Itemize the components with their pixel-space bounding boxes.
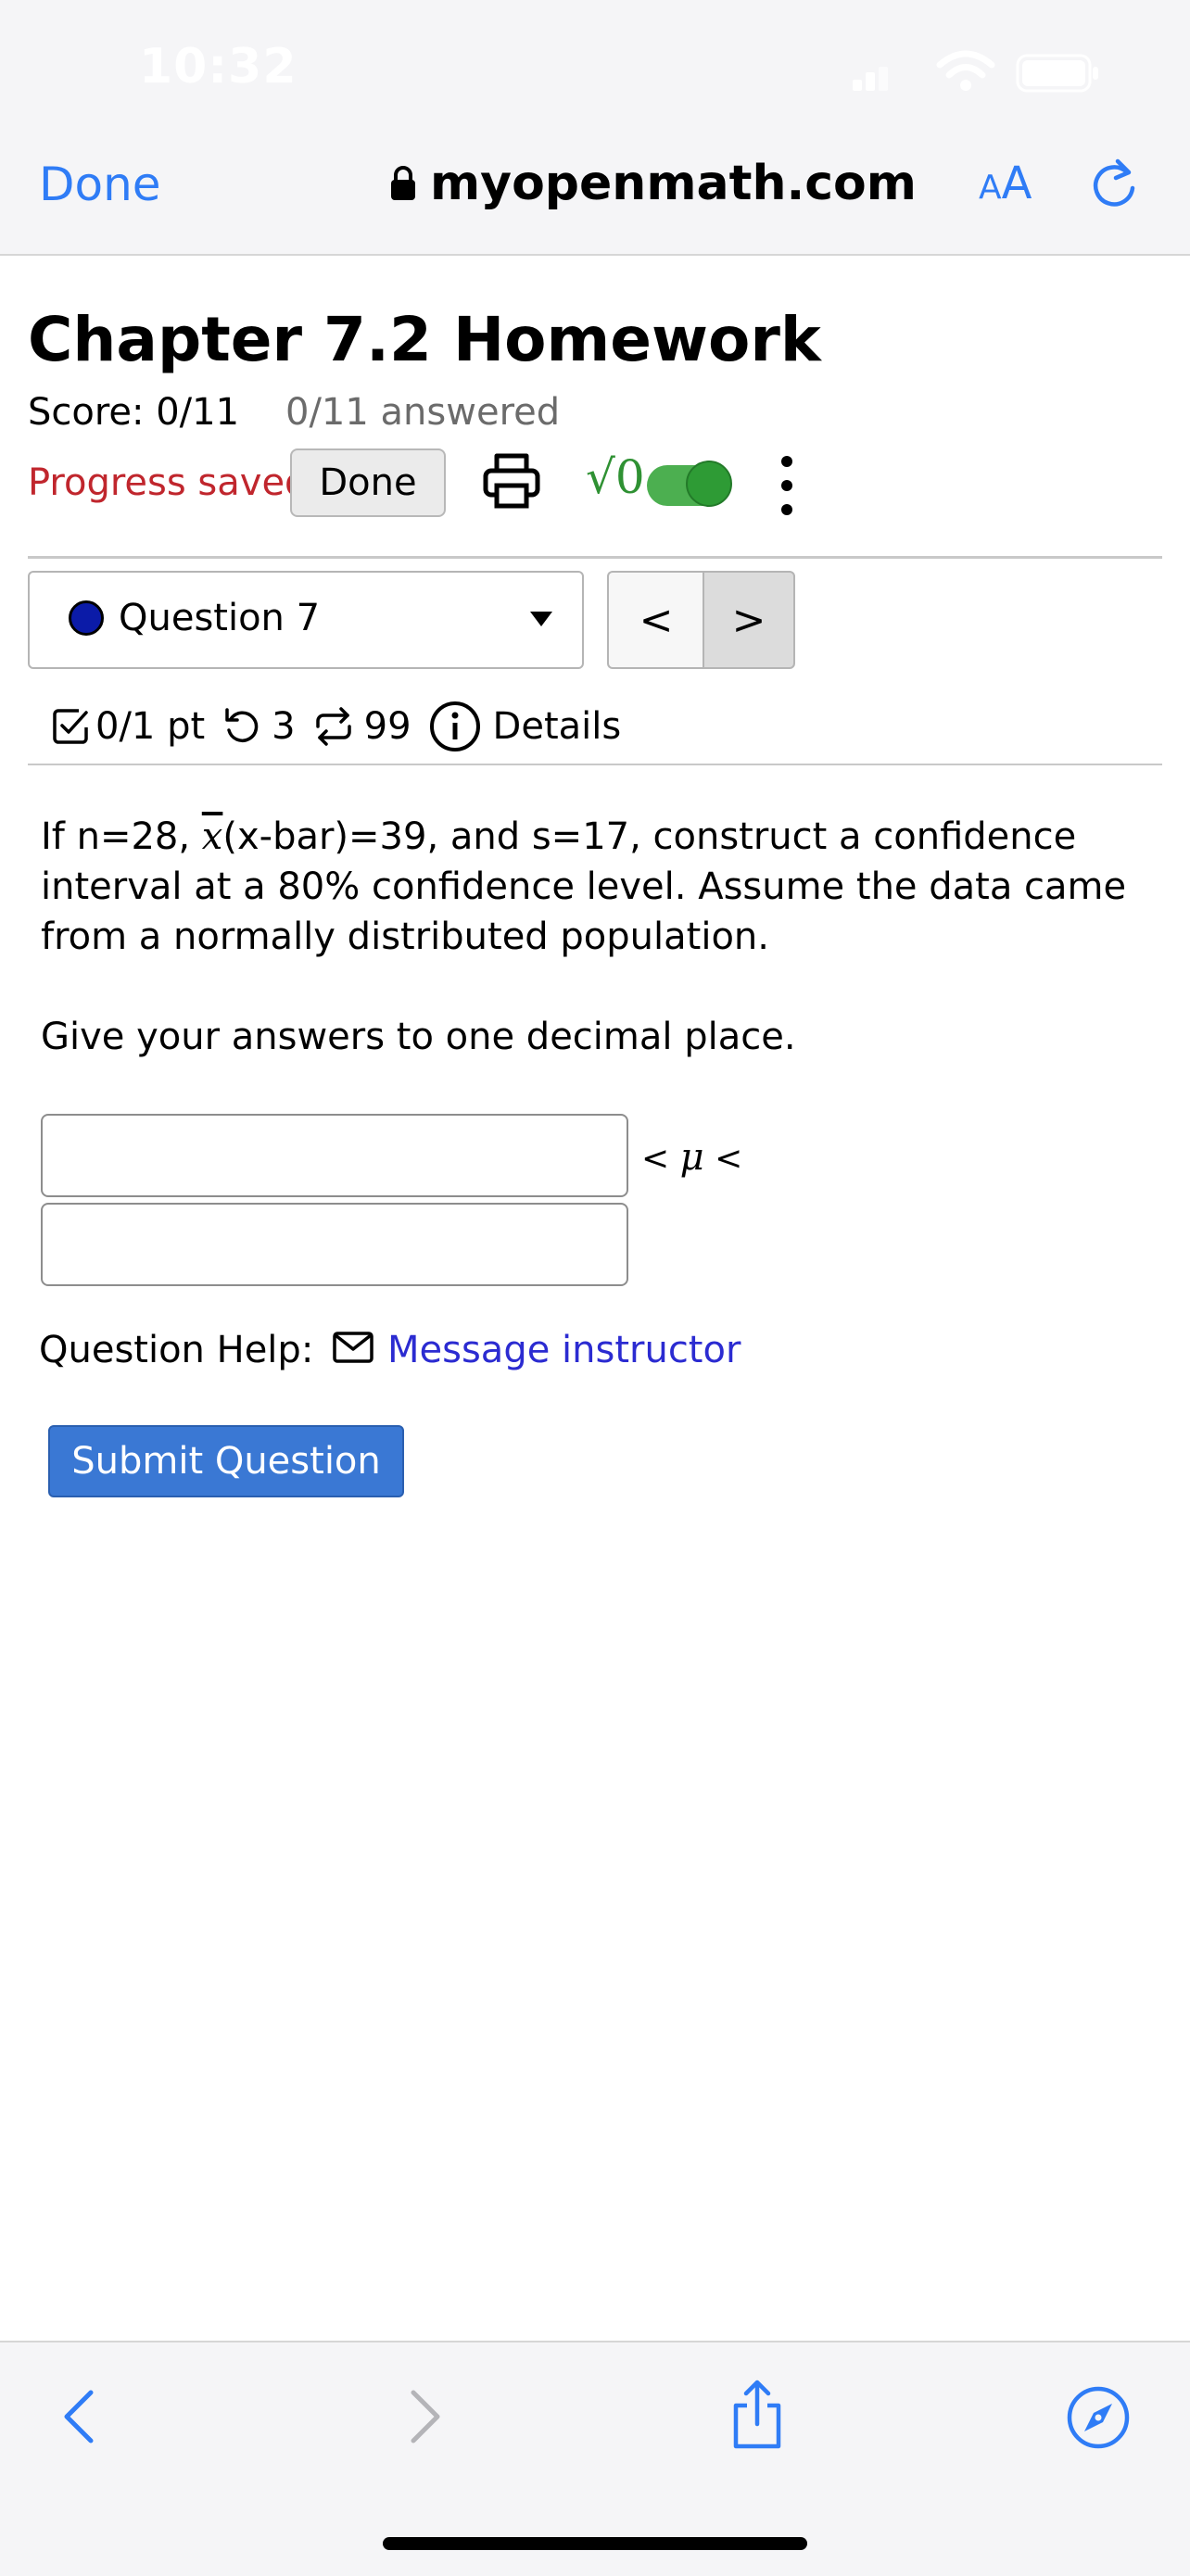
text-size-button[interactable]: AA [979, 158, 1032, 209]
home-indicator [383, 2537, 807, 2550]
compass-icon[interactable] [1066, 2385, 1131, 2450]
info-icon[interactable] [428, 700, 482, 753]
xbar-symbol: x [201, 815, 223, 858]
text-size-large-letter: A [1001, 158, 1032, 209]
question-help-label: Question Help: [39, 1329, 314, 1371]
question-text-part1: If n=28, [41, 815, 202, 858]
attempts-undo-icon [225, 708, 259, 742]
dropdown-caret-icon [530, 612, 552, 626]
forward-icon[interactable] [400, 2387, 449, 2446]
status-time: 10:32 [139, 39, 298, 95]
message-instructor-link[interactable]: Message instructor [387, 1329, 741, 1371]
battery-icon [1016, 54, 1098, 93]
back-icon[interactable] [56, 2387, 104, 2446]
submit-question-button[interactable]: Submit Question [48, 1425, 404, 1497]
share-icon[interactable] [728, 2378, 786, 2452]
header-divider [28, 556, 1162, 559]
browser-done-button[interactable]: Done [39, 158, 161, 211]
question-meta-row: 0/1 pt 3 99 Details [51, 697, 621, 756]
upper-bound-input[interactable] [41, 1203, 628, 1286]
more-options-icon[interactable] [775, 450, 799, 521]
progress-status: Progress saved [28, 461, 309, 504]
question-instruction: Give your answers to one decimal place. [41, 1016, 796, 1058]
mail-icon[interactable] [332, 1329, 374, 1366]
question-select-label: Question 7 [119, 597, 321, 639]
versions-repeat-icon [315, 707, 351, 746]
less-than-right: < [715, 1140, 743, 1178]
next-question-button[interactable]: > [703, 571, 795, 669]
score-text: Score: 0/11 [28, 391, 240, 434]
question-status-dot [69, 600, 104, 636]
question-divider [28, 764, 1162, 765]
assessment-done-button[interactable]: Done [290, 448, 446, 517]
question-text: If n=28, x(x-bar)=39, and s=17, construc… [41, 812, 1162, 962]
url-text: myopenmath.com [430, 156, 917, 211]
text-size-small-letter: A [979, 169, 1002, 207]
attempts-count: 3 [272, 705, 296, 748]
points-text: 0/1 pt [95, 705, 206, 748]
page-title: Chapter 7.2 Homework [28, 304, 821, 375]
inequality-label: < μ < [641, 1136, 742, 1179]
reload-icon[interactable] [1092, 158, 1140, 211]
cellular-signal-icon [853, 67, 888, 91]
answered-count: 0/11 answered [285, 391, 561, 434]
lock-icon [391, 166, 415, 200]
previous-question-button[interactable]: < [607, 571, 703, 669]
wifi-icon [936, 50, 995, 91]
mu-symbol: μ [679, 1136, 704, 1179]
details-link[interactable]: Details [493, 705, 622, 748]
print-icon[interactable] [480, 448, 543, 511]
address-bar[interactable]: myopenmath.com [389, 156, 917, 211]
math-entry-label: √0 [586, 450, 645, 504]
checkbox-points-icon [53, 709, 88, 744]
toggle-knob [686, 461, 732, 507]
lower-bound-input[interactable] [41, 1114, 628, 1197]
less-than-left: < [641, 1140, 670, 1178]
versions-count: 99 [363, 705, 411, 748]
